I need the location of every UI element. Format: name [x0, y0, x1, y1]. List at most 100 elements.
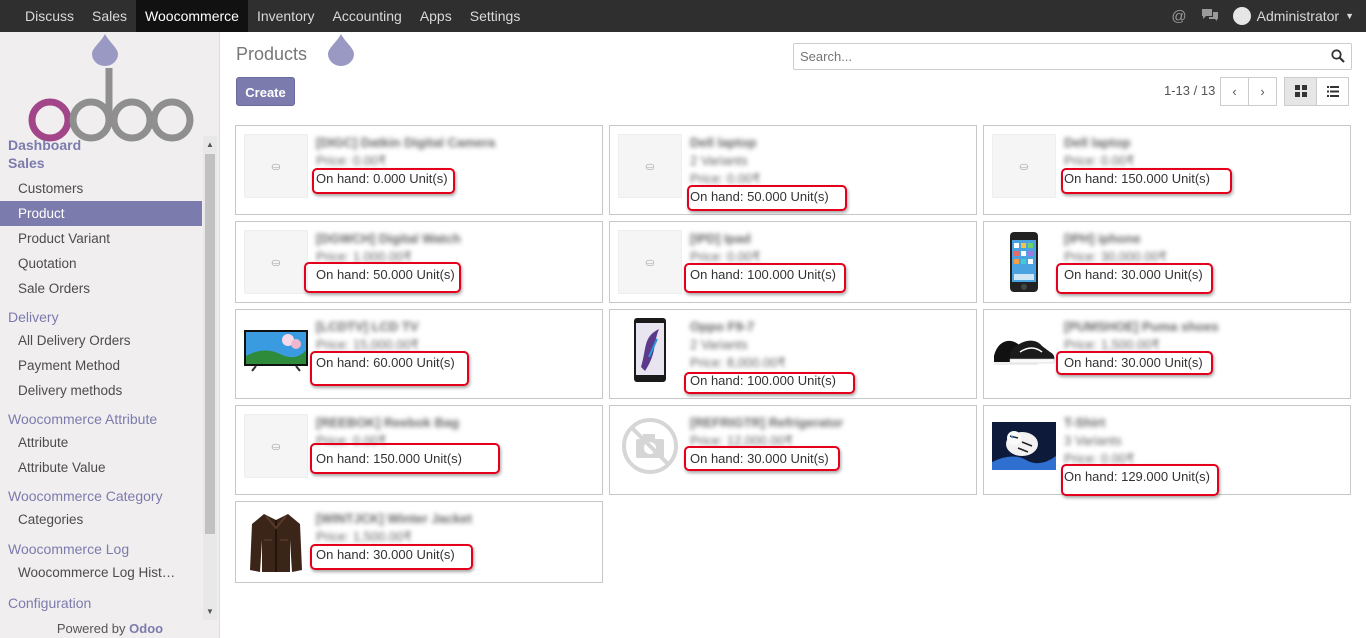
sidebar-section-sales[interactable]: Sales — [0, 154, 202, 172]
sidebar-item-customers[interactable]: Customers — [0, 176, 202, 201]
sidebar-item-attribute[interactable]: Attribute — [0, 431, 202, 455]
search-icon[interactable] — [1331, 49, 1345, 66]
product-name[interactable]: [IPH] iphone — [1064, 230, 1344, 248]
product-image-tiger — [992, 414, 1056, 478]
sidebar-item-attribute-value[interactable]: Attribute Value — [0, 455, 202, 480]
sidebar-item-sale-orders[interactable]: Sale Orders — [0, 276, 202, 301]
sidebar-item-all-delivery-orders[interactable]: All Delivery Orders — [0, 329, 202, 353]
highlight-annotation — [684, 372, 855, 394]
sidebar-section-delivery[interactable]: Delivery — [0, 305, 202, 329]
product-name[interactable]: [IPD] Ipad — [690, 230, 970, 248]
top-navbar: Discuss Sales Woocommerce Inventory Acco… — [0, 0, 1366, 32]
product-name[interactable]: [DIGC] Datkin Digital Camera — [316, 134, 596, 152]
list-icon — [1326, 86, 1339, 97]
menu-sales[interactable]: Sales — [83, 0, 136, 32]
sidebar-section-dashboard[interactable]: Dashboard — [0, 136, 202, 154]
sidebar-section-woocommerce-log[interactable]: Woocommerce Log — [0, 537, 202, 561]
sidebar-item-product[interactable]: Product — [0, 201, 202, 226]
product-name[interactable]: [WINTJCK] Winter Jacket — [316, 510, 596, 528]
list-view-button[interactable] — [1316, 77, 1349, 106]
menu-settings[interactable]: Settings — [461, 0, 530, 32]
product-name[interactable]: [REFRIGTR] Refrigerator — [690, 414, 970, 432]
highlight-annotation — [684, 263, 846, 293]
droplet-icon — [92, 34, 118, 66]
shoes-image-icon — [994, 340, 1055, 365]
product-card[interactable]: T-Shirt 3 Variants Price: 0.00₹ On hand: 1… — [983, 405, 1351, 496]
sidebar-scrollbar[interactable]: ▲ ▼ — [203, 136, 217, 620]
highlight-annotation — [1056, 263, 1213, 294]
product-card[interactable]: [REFRIGTR] Refrigerator Price: 12,000.00₹… — [609, 405, 977, 495]
sidebar-item-delivery-methods[interactable]: Delivery methods — [0, 378, 202, 403]
product-image-placeholder: ⛀ — [618, 230, 682, 294]
pager-next-button[interactable]: › — [1248, 77, 1277, 106]
product-name[interactable]: Dell laptop — [690, 134, 970, 152]
product-card[interactable]: ⛀ [DIGC] Datkin Digital Camera Price: 0.0… — [235, 125, 603, 215]
camera-icon: ⛀ — [271, 440, 281, 453]
product-card[interactable]: ⛀ Dell laptop 2 Variants Price: 0.00₹ On h… — [609, 125, 977, 215]
product-card[interactable]: ⛀ [REEBOK] Reebok Bag Price: 0.00₹ On han… — [235, 405, 603, 495]
product-image-placeholder: ⛀ — [992, 134, 1056, 198]
product-card[interactable]: [PUMSHOE] Puma shoes Price: 1,500.00₹ On … — [983, 309, 1351, 399]
menu-discuss[interactable]: Discuss — [16, 0, 83, 32]
product-card[interactable]: ⛀ Dell laptop Price: 0.00₹ On hand: 150.0… — [983, 125, 1351, 215]
highlight-annotation — [310, 443, 500, 474]
powered-by-label: Powered by — [56, 621, 126, 636]
product-variants: 2 Variants — [690, 153, 748, 168]
product-variants: 3 Variants — [1064, 433, 1122, 448]
product-image-tv — [244, 318, 308, 382]
avatar — [1232, 7, 1251, 25]
camera-icon: ⛀ — [645, 256, 655, 269]
odoo-logo[interactable] — [26, 64, 194, 144]
chat-icon[interactable] — [1201, 8, 1219, 25]
smartphone-image-icon — [634, 318, 666, 382]
search-input[interactable] — [794, 44, 1314, 69]
scroll-down-icon[interactable]: ▼ — [206, 607, 214, 616]
product-image-shoes — [992, 318, 1056, 382]
at-icon[interactable]: @ — [1171, 8, 1186, 25]
product-name[interactable]: Oppo F9-7 — [690, 318, 970, 336]
sidebar-item-product-variant[interactable]: Product Variant — [0, 226, 202, 251]
product-name[interactable]: Dell laptop — [1064, 134, 1344, 152]
pager-value[interactable]: 1-13 / 13 — [1164, 83, 1215, 98]
product-card[interactable]: Oppo F9-7 2 Variants Price: 8,000.00₹ On h… — [609, 309, 977, 399]
sidebar-item-categories[interactable]: Categories — [0, 508, 202, 532]
menu-apps[interactable]: Apps — [411, 0, 461, 32]
sidebar-item-quotation[interactable]: Quotation — [0, 251, 202, 276]
highlight-annotation — [304, 262, 461, 293]
product-card[interactable]: [LCDTV] LCD TV Price: 15,000.00₹ On hand:… — [235, 309, 603, 399]
user-menu[interactable]: Administrator ▼ — [1232, 7, 1354, 25]
menu-accounting[interactable]: Accounting — [324, 0, 411, 32]
product-name[interactable]: T-Shirt — [1064, 414, 1344, 432]
powered-by-brand[interactable]: Odoo — [129, 621, 163, 636]
highlight-annotation — [310, 351, 469, 386]
product-card[interactable]: [IPH] iphone Price: 30,000.00₹ On hand: 3… — [983, 221, 1351, 303]
pager-previous-button[interactable]: ‹ — [1220, 77, 1249, 106]
scrollbar-thumb[interactable] — [205, 154, 215, 534]
product-name[interactable]: [DGWCH] Digital Watch — [316, 230, 596, 248]
product-name[interactable]: [LCDTV] LCD TV — [316, 318, 596, 336]
product-image-placeholder: ⛀ — [618, 134, 682, 198]
product-image-none — [618, 414, 682, 478]
sidebar-item-woocommerce-log-history[interactable]: Woocommerce Log Hist… — [0, 561, 202, 585]
product-card[interactable]: ⛀ [IPD] Ipad Price: 0.00₹ On hand: 100.00… — [609, 221, 977, 303]
sidebar-section-woocommerce-attribute[interactable]: Woocommerce Attribute — [0, 407, 202, 431]
product-card[interactable]: [WINTJCK] Winter Jacket Price: 1,500.00₹ … — [235, 501, 603, 583]
highlight-annotation — [310, 544, 473, 570]
sidebar-section-configuration[interactable]: Configuration — [0, 591, 202, 615]
product-image-smartphone — [618, 318, 682, 382]
sidebar-item-payment-method[interactable]: Payment Method — [0, 353, 202, 378]
product-name[interactable]: [REEBOK] Reebok Bag — [316, 414, 596, 432]
search-box — [793, 43, 1352, 70]
sidebar-section-woocommerce-category[interactable]: Woocommerce Category — [0, 484, 202, 508]
grid-icon — [1294, 85, 1307, 97]
scroll-up-icon[interactable]: ▲ — [206, 140, 214, 149]
product-price: Price: 8,000.00₹ — [690, 355, 786, 370]
menu-inventory[interactable]: Inventory — [248, 0, 324, 32]
product-card[interactable]: ⛀ [DGWCH] Digital Watch Price: 1.000.00₹ … — [235, 221, 603, 303]
kanban-view-button[interactable] — [1284, 77, 1317, 106]
create-button[interactable]: Create — [236, 77, 295, 106]
chevron-down-icon: ▼ — [1345, 11, 1354, 21]
product-name[interactable]: [PUMSHOE] Puma shoes — [1064, 318, 1344, 336]
menu-woocommerce[interactable]: Woocommerce — [136, 0, 248, 32]
product-image-phone — [992, 230, 1056, 294]
